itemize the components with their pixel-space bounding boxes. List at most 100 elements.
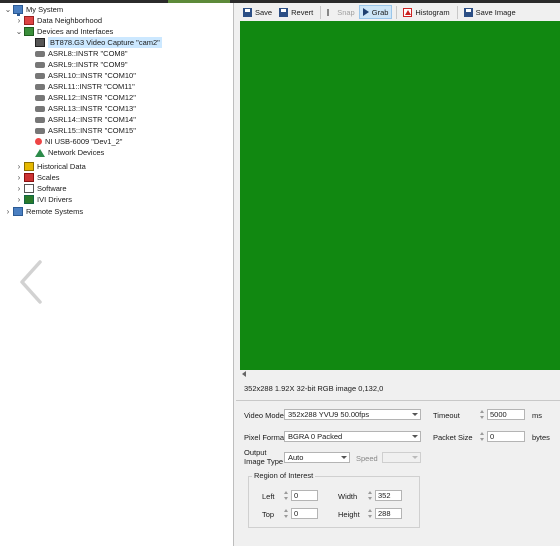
spinner-buttons[interactable] (479, 431, 486, 442)
timeout-spinner[interactable]: 5000 (479, 409, 525, 420)
expand-chevron-icon[interactable]: ⌄ (15, 26, 23, 37)
save-image-button[interactable]: Save Image (461, 5, 519, 19)
tree-item-label: NI USB-6009 "Dev1_2" (45, 137, 123, 146)
tree-item-com12[interactable]: ASRL12::INSTR "COM12" (34, 92, 136, 103)
revert-button[interactable]: Revert (276, 5, 316, 19)
width-input[interactable]: 352 (375, 490, 402, 501)
pixel-format-label: Pixel Format (244, 433, 287, 442)
tree-item-com11[interactable]: ASRL11::INSTR "COM11" (34, 81, 135, 92)
horizontal-scrollbar[interactable] (240, 370, 560, 379)
network-devices-icon (35, 148, 45, 157)
save-button[interactable]: Save (240, 5, 275, 19)
left-input[interactable]: 0 (291, 490, 318, 501)
revert-label: Revert (291, 7, 314, 17)
tree-item-video-capture-cam2[interactable]: BT878.G3 Video Capture "cam2" (34, 37, 162, 48)
ivi-drivers-icon (24, 195, 34, 204)
width-spinner[interactable]: 352 (367, 490, 402, 501)
tree-item-label: ASRL12::INSTR "COM12" (48, 93, 136, 102)
back-chevron-icon[interactable] (16, 259, 46, 305)
tree-item-data-neighborhood[interactable]: › Data Neighborhood (15, 15, 102, 26)
histogram-button[interactable]: Histogram (400, 5, 452, 19)
tree-item-scales[interactable]: › Scales (15, 172, 60, 183)
tree-item-label: ASRL8::INSTR "COM8" (48, 49, 128, 58)
serial-port-icon (35, 127, 45, 134)
spinner-buttons[interactable] (283, 490, 290, 501)
packet-size-spinner[interactable]: 0 (479, 431, 525, 442)
histogram-label: Histogram (415, 7, 450, 17)
region-of-interest-label: Region of Interest (252, 471, 316, 480)
tree-item-label: Software (37, 184, 67, 193)
tree-item-label: ASRL13::INSTR "COM13" (48, 104, 136, 113)
tree-item-label: ASRL9::INSTR "COM9" (48, 60, 128, 69)
image-info-status: 352x288 1.92X 32-bit RGB image 0,132,0 (244, 384, 384, 393)
tree-item-label: Scales (37, 173, 60, 182)
pixel-format-dropdown[interactable]: BGRA 0 Packed (284, 431, 421, 442)
tree-item-ivi-drivers[interactable]: › IVI Drivers (15, 194, 72, 205)
speed-dropdown[interactable] (382, 452, 421, 463)
save-label: Save (255, 7, 273, 17)
historical-data-icon (24, 162, 34, 171)
collapse-chevron-icon[interactable]: › (15, 172, 23, 183)
spinner-buttons[interactable] (283, 508, 290, 519)
tree-item-label: My System (26, 5, 64, 14)
tree-item-com13[interactable]: ASRL13::INSTR "COM13" (34, 103, 136, 114)
collapse-chevron-icon[interactable]: › (4, 206, 12, 217)
output-image-type-value: Auto (288, 453, 304, 462)
timeout-unit: ms (532, 411, 542, 420)
collapse-chevron-icon[interactable]: › (15, 161, 23, 172)
serial-port-icon (35, 83, 45, 90)
expand-chevron-icon[interactable]: ⌄ (4, 4, 12, 15)
remote-systems-icon (13, 207, 23, 216)
save-icon (243, 7, 252, 17)
save-image-label: Save Image (475, 7, 516, 17)
tree-item-devices-and-interfaces[interactable]: ⌄ Devices and Interfaces (15, 26, 113, 37)
tree-item-network-devices[interactable]: Network Devices (34, 147, 104, 158)
top-spinner[interactable]: 0 (283, 508, 318, 519)
tree-item-com10[interactable]: ASRL10::INSTR "COM10" (34, 70, 136, 81)
divider (236, 400, 560, 401)
tree-item-my-system[interactable]: ⌄ My System (4, 4, 64, 16)
spinner-buttons[interactable] (479, 409, 486, 420)
save-image-icon (463, 7, 473, 17)
software-icon (24, 184, 34, 193)
tree-item-com14[interactable]: ASRL14::INSTR "COM14" (34, 114, 136, 125)
tree-item-label: IVI Drivers (37, 195, 73, 204)
tree-item-ni-usb-6009[interactable]: NI USB-6009 "Dev1_2" (34, 136, 122, 147)
timeout-label: Timeout (433, 411, 460, 420)
tree-item-com8[interactable]: ASRL8::INSTR "COM8" (34, 48, 128, 59)
chevron-down-icon (341, 456, 347, 459)
packet-size-input[interactable]: 0 (487, 431, 525, 442)
collapse-chevron-icon[interactable]: › (15, 194, 23, 205)
spinner-buttons[interactable] (367, 490, 374, 501)
tree-item-com9[interactable]: ASRL9::INSTR "COM9" (34, 59, 128, 70)
tree-item-remote-systems[interactable]: › Remote Systems (4, 206, 83, 217)
tree-item-label: ASRL15::INSTR "COM15" (48, 126, 136, 135)
height-spinner[interactable]: 288 (367, 508, 402, 519)
packet-size-label: Packet Size (433, 433, 473, 442)
grab-button[interactable]: Grab (358, 5, 393, 19)
collapse-chevron-icon[interactable]: › (15, 15, 23, 26)
tree-item-label: Network Devices (48, 148, 105, 157)
snap-button[interactable]: Snap (324, 5, 358, 19)
timeout-input[interactable]: 5000 (487, 409, 525, 420)
spinner-buttons[interactable] (367, 508, 374, 519)
devices-icon (24, 27, 34, 36)
video-mode-dropdown[interactable]: 352x288 YVU9 50.00fps (284, 409, 421, 420)
image-display[interactable] (240, 21, 560, 370)
top-label: Top (262, 510, 275, 519)
device-panel: Save Revert Snap Grab Histogram Save Ima… (236, 3, 560, 546)
collapse-chevron-icon[interactable]: › (15, 183, 23, 194)
tree-item-com15[interactable]: ASRL15::INSTR "COM15" (34, 125, 136, 136)
scroll-left-icon[interactable] (242, 371, 246, 377)
serial-port-icon (35, 94, 45, 101)
tree-item-historical-data[interactable]: › Historical Data (15, 161, 86, 172)
top-input[interactable]: 0 (291, 508, 318, 519)
height-input[interactable]: 288 (375, 508, 402, 519)
output-image-type-dropdown[interactable]: Auto (284, 452, 350, 463)
left-spinner[interactable]: 0 (283, 490, 318, 501)
pixel-format-value: BGRA 0 Packed (288, 432, 343, 441)
chevron-down-icon (412, 435, 418, 438)
tree-item-software[interactable]: › Software (15, 183, 67, 194)
toolbar-separator (396, 5, 398, 19)
toolbar-separator (456, 5, 458, 19)
